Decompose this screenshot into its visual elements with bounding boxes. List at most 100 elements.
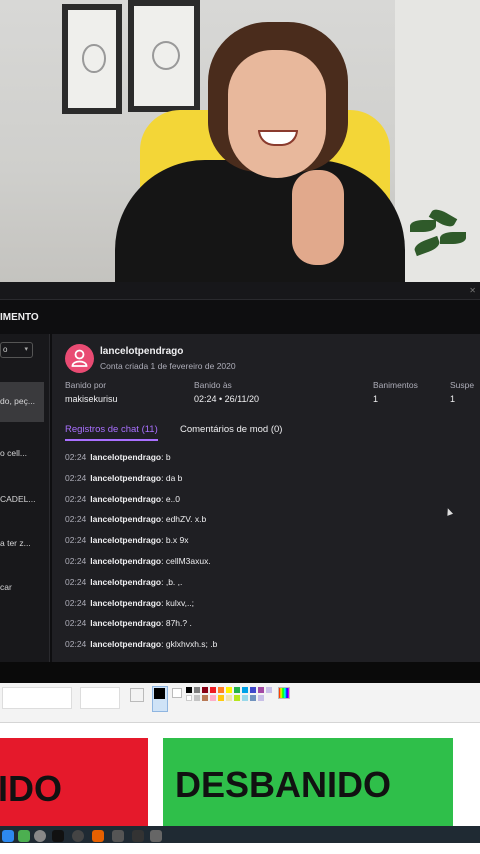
- stat-value: 1: [373, 394, 379, 404]
- taskbar-app-icon[interactable]: [92, 830, 104, 842]
- sidebar-item[interactable]: CADEL...: [0, 480, 44, 520]
- taskbar-app-icon[interactable]: [34, 830, 46, 842]
- edit-colors-icon[interactable]: [278, 687, 290, 699]
- palette-color[interactable]: [250, 687, 256, 693]
- taskbar-app-icon[interactable]: [72, 830, 84, 842]
- wall-picture-left: [62, 4, 122, 114]
- moderation-window: ✕ IMENTO o ▾ do, peç... o cell... CADEL.…: [0, 282, 480, 662]
- chat-time: 02:24: [65, 555, 87, 566]
- palette-color[interactable]: [186, 695, 192, 701]
- chat-line: 02:24 lancelotpendrago: e..0: [65, 494, 480, 515]
- palette-color[interactable]: [194, 687, 200, 693]
- chat-message: : b: [161, 452, 171, 462]
- chat-message: : kulxv,..;: [161, 597, 195, 608]
- chat-line: 02:24 lancelotpendrago: ,b. ,.: [65, 577, 480, 598]
- chat-user[interactable]: lancelotpendrago: [90, 577, 161, 587]
- section-title: IMENTO: [0, 312, 39, 323]
- stat-label: Suspe: [450, 380, 475, 390]
- streamer-hand: [292, 170, 344, 265]
- stat-label: Banimentos: [373, 380, 418, 390]
- chat-user[interactable]: lancelotpendrago: [90, 452, 161, 462]
- chevron-down-icon: ▾: [24, 346, 28, 353]
- chat-time: 02:24: [65, 597, 87, 608]
- taskbar-app-icon[interactable]: [2, 830, 14, 842]
- palette-color[interactable]: [218, 687, 224, 693]
- taskbar-app-icon[interactable]: [150, 830, 162, 842]
- chat-time: 02:24: [65, 618, 87, 629]
- green-label-box: DESBANIDO: [163, 738, 453, 826]
- taskbar-app-icon[interactable]: [132, 830, 144, 842]
- filter-value: o: [3, 345, 8, 354]
- account-created: Conta criada 1 de fevereiro de 2020: [100, 361, 236, 371]
- taskbar-app-icon[interactable]: [52, 830, 64, 842]
- tab-mod-comments[interactable]: Comentários de mod (0): [180, 424, 282, 439]
- palette-color[interactable]: [242, 687, 248, 693]
- chat-user[interactable]: lancelotpendrago: [90, 618, 161, 628]
- separator-band: [0, 662, 480, 683]
- stat-value: 1: [450, 394, 456, 404]
- chat-user[interactable]: lancelotpendrago: [90, 494, 161, 504]
- palette-color[interactable]: [234, 687, 240, 693]
- sidebar-item[interactable]: a ter z...: [0, 524, 44, 564]
- chat-user[interactable]: lancelotpendrago: [90, 556, 161, 566]
- palette-color[interactable]: [202, 687, 208, 693]
- chat-user[interactable]: lancelotpendrago: [90, 514, 161, 524]
- palette-color[interactable]: [258, 695, 264, 701]
- stat-value: 02:24 • 26/11/20: [194, 394, 260, 404]
- palette-color[interactable]: [194, 695, 200, 701]
- chat-log-list: 02:24 lancelotpendrago: b 02:24 lancelotpe…: [65, 452, 480, 660]
- palette-color[interactable]: [258, 687, 264, 693]
- user-icon: [71, 349, 88, 367]
- sidebar-item[interactable]: o cell...: [0, 434, 44, 474]
- palette-color[interactable]: [218, 695, 224, 701]
- size-button[interactable]: [130, 688, 144, 702]
- color2-button[interactable]: [172, 688, 182, 698]
- color1-swatch: [154, 688, 165, 699]
- palette-color[interactable]: [210, 695, 216, 701]
- palette-color[interactable]: [226, 695, 232, 701]
- palette-color[interactable]: [226, 687, 232, 693]
- chat-message: : 87h.? .: [161, 618, 192, 629]
- chat-time: 02:24: [65, 639, 87, 650]
- bottom-strip: [0, 843, 480, 854]
- palette-color[interactable]: [266, 687, 272, 693]
- chat-user[interactable]: lancelotpendrago: [90, 535, 161, 545]
- palette-color[interactable]: [242, 695, 248, 701]
- green-label-text: DESBANIDO: [175, 764, 392, 805]
- palette-color[interactable]: [250, 695, 256, 701]
- chat-message: : da b: [161, 472, 183, 483]
- shape-options[interactable]: [80, 687, 120, 709]
- chat-user[interactable]: lancelotpendrago: [90, 473, 161, 483]
- paint-canvas[interactable]: IDO DESBANIDO: [0, 724, 480, 826]
- chat-time: 02:24: [65, 472, 87, 483]
- chat-message: : cellM3axux.: [161, 555, 211, 566]
- taskbar-app-icon[interactable]: [112, 830, 124, 842]
- close-icon[interactable]: ✕: [469, 286, 476, 295]
- chat-user[interactable]: lancelotpendrago: [90, 598, 161, 608]
- username[interactable]: lancelotpendrago: [100, 346, 183, 357]
- streamer-face: [228, 50, 326, 178]
- chat-line: 02:24 lancelotpendrago: kulxv,..;: [65, 598, 480, 619]
- tab-chat-logs[interactable]: Registros de chat (11): [65, 424, 158, 441]
- chat-time: 02:24: [65, 535, 87, 546]
- chat-message: : gklxhvxh.s; .b: [161, 639, 218, 650]
- chat-message: : ,b. ,.: [161, 576, 183, 587]
- sidebar-item[interactable]: car: [0, 568, 44, 608]
- palette-color[interactable]: [210, 687, 216, 693]
- window-titlebar: ✕: [0, 282, 480, 300]
- chat-message: : e..0: [161, 493, 181, 504]
- wall-picture-right: [128, 0, 200, 112]
- taskbar-app-icon[interactable]: [18, 830, 30, 842]
- filter-select[interactable]: o ▾: [0, 342, 33, 358]
- palette-color[interactable]: [186, 687, 192, 693]
- taskbar: [0, 826, 480, 854]
- shapes-gallery[interactable]: [2, 687, 72, 709]
- chat-message: : b.x 9x: [161, 535, 189, 546]
- chat-user[interactable]: lancelotpendrago: [90, 639, 161, 649]
- sidebar-item[interactable]: do, peç...: [0, 382, 44, 422]
- chat-line: 02:24 lancelotpendrago: cellM3axux.: [65, 556, 480, 577]
- palette-color[interactable]: [234, 695, 240, 701]
- paint3d-icon[interactable]: [300, 687, 312, 699]
- chat-time: 02:24: [65, 576, 87, 587]
- palette-color[interactable]: [202, 695, 208, 701]
